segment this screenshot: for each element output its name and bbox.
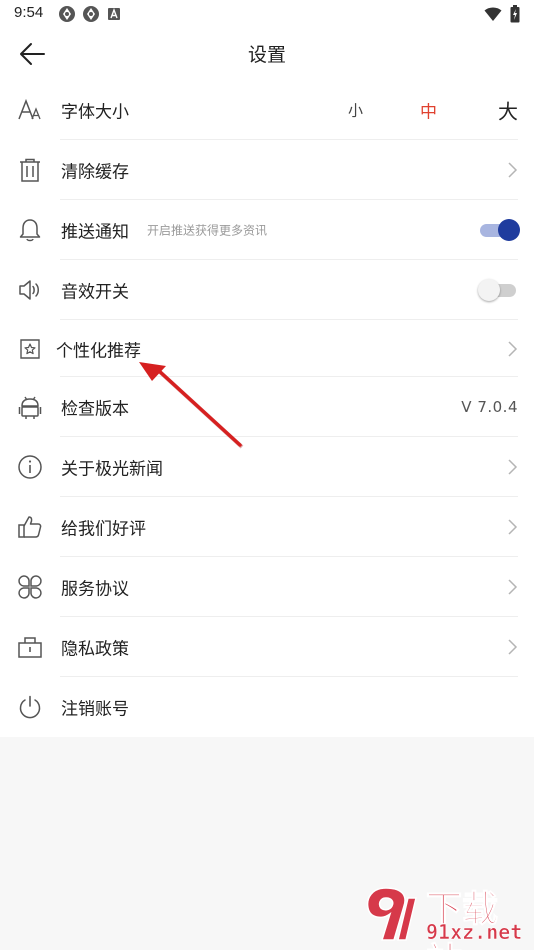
version-number: V 7.0.4 bbox=[461, 398, 518, 416]
status-time: 9:54 bbox=[14, 4, 44, 21]
font-size-option-large[interactable]: 大 bbox=[498, 96, 518, 125]
setting-row-service-agreement[interactable]: 服务协议 bbox=[0, 557, 534, 617]
setting-label: 字体大小 bbox=[61, 102, 129, 123]
setting-row-personalized[interactable]: 个性化推荐 bbox=[0, 320, 534, 377]
setting-row-check-version[interactable]: 检查版本 V 7.0.4 bbox=[0, 377, 534, 437]
setting-row-deactivate-account[interactable]: 注销账号 bbox=[0, 677, 534, 737]
status-notification-icons bbox=[58, 5, 122, 23]
push-notification-toggle[interactable] bbox=[480, 218, 520, 242]
setting-label: 个性化推荐 bbox=[56, 341, 141, 361]
setting-label: 检查版本 bbox=[61, 399, 129, 420]
setting-label: 隐私政策 bbox=[61, 639, 129, 660]
power-icon bbox=[16, 693, 44, 721]
setting-label: 给我们好评 bbox=[61, 519, 146, 540]
app-header: 设置 bbox=[0, 28, 534, 80]
android-icon bbox=[16, 393, 44, 421]
toggle-knob bbox=[478, 279, 500, 301]
speaker-icon bbox=[16, 276, 44, 304]
setting-subtitle: 开启推送获得更多资讯 bbox=[147, 223, 268, 238]
setting-row-sound-effects: 音效开关 bbox=[0, 260, 534, 320]
setting-label: 清除缓存 bbox=[61, 162, 129, 183]
chevron-right-icon bbox=[508, 639, 518, 655]
wifi-icon bbox=[484, 7, 502, 21]
font-size-option-medium[interactable]: 中 bbox=[420, 98, 437, 123]
settings-list: 字体大小 小 中 大 清除缓存 推送通知 开启推送获得更多资讯 音效开关 个性化… bbox=[0, 80, 534, 737]
watermark-url: 91xz.net bbox=[426, 920, 523, 945]
setting-label: 服务协议 bbox=[61, 579, 129, 600]
setting-label: 推送通知 bbox=[61, 222, 129, 243]
setting-row-about[interactable]: 关于极光新闻 bbox=[0, 437, 534, 497]
status-system-icons bbox=[484, 5, 520, 23]
star-bookmark-icon bbox=[16, 335, 44, 363]
page-title: 设置 bbox=[247, 44, 286, 66]
app-notification-icon bbox=[59, 6, 75, 22]
trash-icon bbox=[16, 156, 44, 184]
thumbs-up-icon bbox=[16, 513, 44, 541]
setting-row-rate-us[interactable]: 给我们好评 bbox=[0, 497, 534, 557]
sound-effects-toggle[interactable] bbox=[478, 278, 516, 302]
chevron-right-icon bbox=[508, 519, 518, 535]
setting-label: 关于极光新闻 bbox=[61, 459, 163, 480]
bell-icon bbox=[16, 216, 44, 244]
info-icon bbox=[16, 453, 44, 481]
chevron-right-icon bbox=[508, 162, 518, 178]
grid-clover-icon bbox=[16, 573, 44, 601]
setting-label: 注销账号 bbox=[61, 699, 129, 720]
watermark-logo-mark bbox=[366, 887, 417, 941]
font-size-selector: 小 中 大 bbox=[348, 95, 518, 125]
app-notification-icon bbox=[83, 6, 99, 22]
toggle-knob bbox=[498, 219, 520, 241]
battery-charging-icon bbox=[510, 5, 520, 23]
setting-row-font-size: 字体大小 小 中 大 bbox=[0, 80, 534, 140]
setting-row-push-notification: 推送通知 开启推送获得更多资讯 bbox=[0, 200, 534, 260]
font-size-icon bbox=[16, 96, 44, 124]
chevron-right-icon bbox=[508, 340, 518, 357]
chevron-right-icon bbox=[508, 579, 518, 595]
a-notification-icon bbox=[108, 8, 120, 20]
setting-label: 音效开关 bbox=[61, 282, 129, 303]
setting-row-privacy-policy[interactable]: 隐私政策 bbox=[0, 617, 534, 677]
watermark: 下载站 91xz.net bbox=[360, 880, 530, 950]
status-bar: 9:54 bbox=[0, 0, 534, 28]
lock-box-icon bbox=[16, 633, 44, 661]
font-size-option-small[interactable]: 小 bbox=[348, 100, 363, 121]
setting-row-clear-cache[interactable]: 清除缓存 bbox=[0, 140, 534, 200]
chevron-right-icon bbox=[508, 459, 518, 475]
